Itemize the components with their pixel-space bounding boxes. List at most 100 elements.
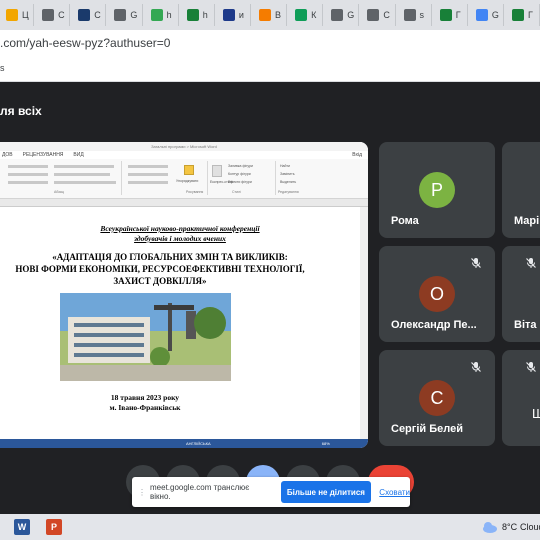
favicon-icon: [222, 9, 235, 21]
favicon-icon: [295, 9, 308, 21]
arrange-label[interactable]: Упорядкувати: [176, 179, 198, 183]
bookmarks-label[interactable]: s: [0, 63, 5, 73]
ribbon-group-label: Рисування: [186, 190, 204, 194]
doc-title-line2: НОВІ ФОРМИ ЕКОНОМІКИ, РЕСУРСОЕФЕКТИВНІ Т…: [15, 264, 305, 274]
tab-label: G: [491, 10, 499, 20]
ribbon-group-label: Стилі: [232, 190, 241, 194]
tab-label: Ц: [22, 10, 29, 20]
zoom-level[interactable]: 68%: [322, 441, 330, 446]
find-label[interactable]: Найти: [280, 164, 290, 168]
tab-label: B: [274, 10, 281, 20]
browser-tab[interactable]: C: [361, 4, 396, 26]
favicon-icon: [439, 9, 452, 21]
avatar: С: [419, 380, 455, 416]
mic-off-icon: [522, 358, 540, 376]
browser-tab[interactable]: h: [144, 4, 179, 26]
browser-tab[interactable]: и: [216, 4, 251, 26]
mic-off-icon: [467, 358, 485, 376]
word-status-bar: АНГЛІЙСЬКА 68%: [0, 439, 368, 448]
document-page: Всеукраїнської науково-практичної конфер…: [0, 207, 360, 439]
hide-link[interactable]: Сховати: [379, 488, 410, 497]
word-title-text: Загальні програми > Microsoft Word: [151, 144, 217, 149]
favicon-icon: [258, 9, 271, 21]
word-ribbon-tabs: ДОВ РЕЦЕНЗУВАННЯ ВИД Вхід: [0, 151, 368, 159]
browser-tab[interactable]: B: [252, 4, 288, 26]
participant-name: Олександр Пе...: [391, 319, 477, 331]
participant-name: Сергій Белей: [391, 423, 463, 435]
powerpoint-taskbar-icon[interactable]: P: [46, 519, 62, 535]
tab-label: и: [238, 10, 244, 20]
favicon-icon: [511, 9, 524, 21]
shared-screen: Загальні програми > Microsoft Word ДОВ Р…: [0, 142, 368, 448]
participant-name: Рома: [391, 215, 419, 227]
participant-name: Віта: [514, 319, 537, 331]
browser-tab[interactable]: s: [397, 4, 432, 26]
browser-tab[interactable]: Г: [433, 4, 468, 26]
participant-tile[interactable]: О Олександр Пе...: [379, 246, 495, 342]
participant-tile[interactable]: Віта: [502, 246, 540, 342]
address-bar[interactable]: .com/yah-eesw-pyz?authuser=0: [0, 30, 540, 56]
ribbon-tab[interactable]: ДОВ: [2, 151, 13, 159]
doc-title-line3: ЗАХИСТ ДОВКІЛЛЯ»: [113, 276, 207, 286]
word-ribbon: Абзац Рисування Упорядкувати Експрес-сти…: [0, 159, 368, 199]
replace-label[interactable]: Замінить: [280, 172, 295, 176]
browser-tab[interactable]: К: [289, 4, 324, 26]
ribbon-group-label: Абзац: [54, 190, 64, 194]
drag-handle-icon[interactable]: ⋮: [138, 488, 146, 497]
tab-label: C: [383, 10, 390, 20]
shape-fill-label[interactable]: Заливка фігури: [228, 164, 253, 168]
ribbon-group-styles: Експрес-стилі Заливка фігури Контур фігу…: [210, 161, 276, 195]
tab-label: К: [311, 10, 317, 20]
browser-tab[interactable]: Г: [505, 4, 540, 26]
favicon-icon: [331, 9, 344, 21]
tab-label: Г: [455, 10, 461, 20]
weather-temp[interactable]: 8°C: [502, 522, 517, 532]
ruler: [0, 199, 368, 207]
doc-city: м. Івано-Франківськ: [109, 403, 181, 412]
select-label[interactable]: Выделить: [280, 180, 296, 184]
favicon-icon: [475, 9, 488, 21]
document-scrollbar[interactable]: [360, 207, 368, 439]
shape-outline-label[interactable]: Контур фігури: [228, 172, 251, 176]
favicon-icon: [114, 9, 127, 21]
status-language[interactable]: АНГЛІЙСЬКА: [186, 441, 211, 446]
os-taskbar: W P 8°C Cloud: [0, 514, 540, 540]
participant-tile[interactable]: С Сергій Белей: [379, 350, 495, 446]
ribbon-tab[interactable]: РЕЦЕНЗУВАННЯ: [23, 151, 64, 159]
ribbon-group-drawing: Рисування Упорядкувати: [124, 161, 208, 195]
sharing-notification: ⋮ meet.google.com транслює вікно. Більше…: [132, 477, 410, 507]
shape-effects-label[interactable]: Ефекти фігури: [228, 180, 252, 184]
tab-label: C: [94, 10, 101, 20]
doc-line-conference: Всеукраїнської науково-практичної конфер…: [100, 224, 260, 233]
mic-off-icon: [467, 254, 485, 272]
tab-label: h: [166, 10, 172, 20]
login-link[interactable]: Вхід: [352, 151, 362, 159]
favicon-icon: [150, 9, 163, 21]
ribbon-tab[interactable]: ВИД: [73, 151, 83, 159]
doc-date: 18 травня 2023 року: [110, 393, 180, 402]
participant-tile[interactable]: Ш: [502, 350, 540, 446]
browser-tab[interactable]: C: [72, 4, 107, 26]
browser-tab-strip: Ц C C Gh h и B К G Cs Г G Г: [0, 0, 540, 30]
weather-text[interactable]: Cloud: [520, 522, 540, 532]
cloud-icon: [483, 522, 497, 533]
tab-label: G: [347, 10, 355, 20]
ribbon-group-label: Редагування: [278, 190, 299, 194]
tab-label: h: [202, 10, 208, 20]
participant-tile[interactable]: Марі: [502, 142, 540, 238]
browser-tab[interactable]: h: [180, 4, 215, 26]
browser-tab[interactable]: C: [36, 4, 71, 26]
presentation-heading: ля всіх: [0, 104, 42, 118]
favicon-icon: [6, 9, 18, 21]
browser-tab[interactable]: G: [469, 4, 504, 26]
browser-tab[interactable]: G: [108, 4, 143, 26]
url-text[interactable]: .com/yah-eesw-pyz?authuser=0: [0, 36, 170, 50]
sharing-message: meet.google.com транслює вікно.: [150, 483, 250, 501]
participant-tile[interactable]: P Рома: [379, 142, 495, 238]
word-taskbar-icon[interactable]: W: [14, 519, 30, 535]
tab-label: C: [58, 10, 65, 20]
bookmarks-bar: s: [0, 56, 540, 82]
browser-tab[interactable]: G: [325, 4, 360, 26]
stop-sharing-button[interactable]: Більше не ділитися: [280, 481, 372, 503]
browser-tab[interactable]: Ц: [0, 4, 35, 26]
